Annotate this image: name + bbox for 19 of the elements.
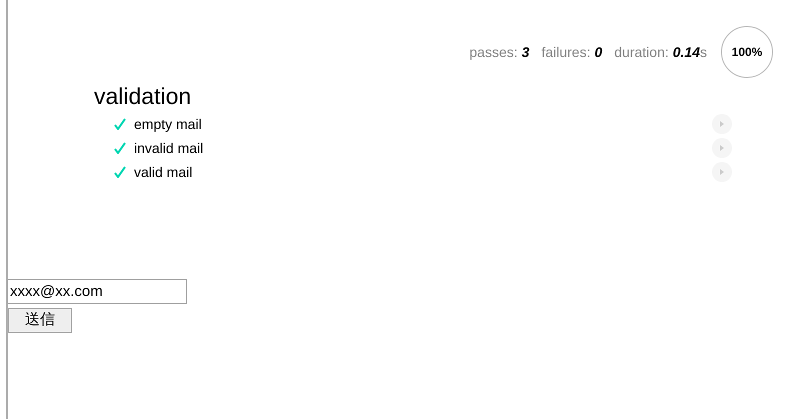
replay-button[interactable]	[712, 114, 732, 134]
stat-value: 3	[522, 42, 530, 62]
play-icon	[720, 121, 724, 127]
test-title: valid mail	[134, 162, 192, 182]
test-title: empty mail	[134, 114, 202, 134]
test-title: invalid mail	[134, 138, 204, 158]
stat-label: duration:	[614, 42, 669, 62]
replay-button[interactable]	[712, 162, 732, 182]
stat-label: failures:	[541, 42, 590, 62]
replay-button[interactable]	[712, 138, 732, 158]
stat-label: passes:	[469, 42, 518, 62]
suite-title: validation	[94, 82, 192, 110]
stat-value: 0	[594, 42, 602, 62]
play-icon	[720, 169, 724, 175]
progress-ring: 100%	[721, 26, 773, 78]
email-field[interactable]: xxxx@xx.com	[7, 279, 187, 304]
stat-value: 0.14s	[672, 42, 707, 62]
play-icon	[720, 145, 724, 151]
submit-button[interactable]: 送信	[8, 308, 72, 333]
